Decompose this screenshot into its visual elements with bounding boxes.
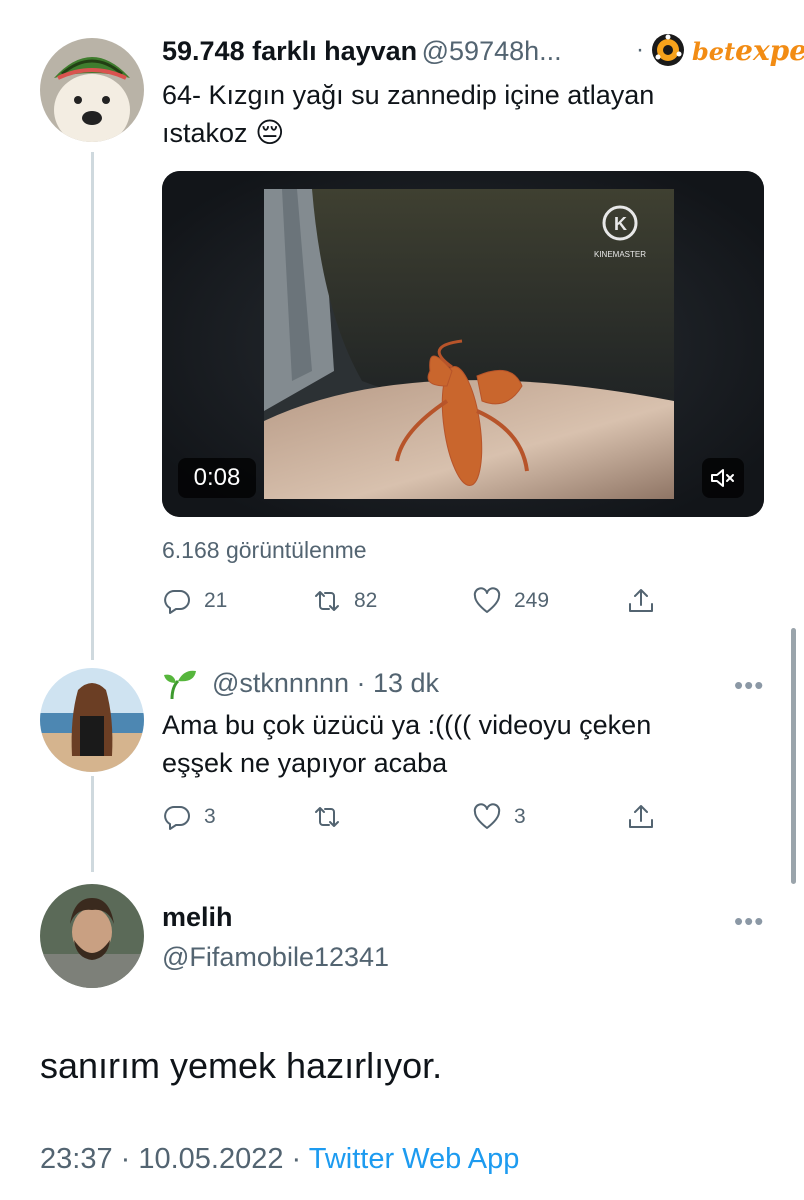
scrollbar-thumb[interactable] xyxy=(791,628,796,884)
thread-line-top xyxy=(91,152,94,660)
reply-text-line1: Ama bu çok üzücü ya :(((( videoyu çeken xyxy=(162,710,652,740)
reply-reply-count: 3 xyxy=(204,805,216,828)
watermark-dot: · xyxy=(636,36,644,63)
thread-line-bottom xyxy=(91,776,94,872)
reply-icon xyxy=(164,590,190,614)
focused-more-button[interactable]: ••• xyxy=(734,906,764,937)
reply-handle-time[interactable]: @stknnnnn · 13 dk xyxy=(212,668,439,699)
share-icon xyxy=(629,805,653,828)
reply-reply-button[interactable]: 3 xyxy=(162,802,216,832)
heart-icon xyxy=(473,587,501,613)
main-tweet-name[interactable]: 59.748 farklı hayvan xyxy=(162,36,417,66)
main-like-count: 249 xyxy=(514,589,550,612)
sprout-icon xyxy=(164,670,196,699)
tweet-source[interactable]: Twitter Web App xyxy=(309,1143,520,1175)
svg-text:K: K xyxy=(614,214,627,234)
main-retweet-button[interactable]: 82 xyxy=(312,586,377,616)
main-like-button[interactable]: 249 xyxy=(472,586,549,616)
video-duration-badge: 0:08 xyxy=(178,458,256,498)
reply-more-button[interactable]: ••• xyxy=(734,670,764,701)
betexper-logo-text: betexper xyxy=(692,33,804,67)
main-tweet-handle[interactable]: @59748h... xyxy=(422,36,562,66)
reply-share-button[interactable] xyxy=(626,802,656,832)
focused-tweet-handle[interactable]: @Fifamobile12341 xyxy=(162,942,389,973)
share-icon xyxy=(629,589,653,612)
main-tweet-header: 59.748 farklı hayvan @59748h... xyxy=(162,36,562,67)
reply-like-count: 3 xyxy=(514,805,526,828)
reply-retweet-button[interactable] xyxy=(312,802,354,832)
reply-text-line2: eşşek ne yapıyor acaba xyxy=(162,748,448,778)
focused-tweet-name[interactable]: melih xyxy=(162,902,233,933)
focused-tweet-avatar[interactable] xyxy=(40,884,144,988)
mute-button[interactable] xyxy=(702,458,744,498)
reply-text: Ama bu çok üzücü ya :(((( videoyu çeken … xyxy=(162,706,762,782)
retweet-icon xyxy=(315,807,339,827)
main-tweet-text: 64- Kızgın yağı su zannedip içine atlaya… xyxy=(162,76,762,152)
main-tweet-text-line2-wrap: ıstakoz 😔 xyxy=(162,114,762,152)
main-reply-button[interactable]: 21 xyxy=(162,586,227,616)
reply-avatar[interactable] xyxy=(40,668,144,772)
reply-header: @stknnnnn · 13 dk xyxy=(162,668,439,699)
mute-icon xyxy=(711,469,734,487)
tweet-meta: 23:37 · 10.05.2022 · Twitter Web App xyxy=(40,1143,519,1176)
betexper-watermark: · betexper xyxy=(636,30,804,70)
betexper-logo-icon xyxy=(652,34,684,66)
kinemaster-watermark: KINEMASTER xyxy=(594,250,646,259)
meta-separator: · xyxy=(283,1143,309,1175)
reply-like-button[interactable]: 3 xyxy=(472,802,526,832)
pensive-emoji: 😔 xyxy=(255,117,285,148)
heart-icon xyxy=(473,803,501,829)
main-tweet-avatar[interactable] xyxy=(40,38,144,142)
main-retweet-count: 82 xyxy=(354,589,378,612)
view-count: 6.168 görüntülenme xyxy=(162,537,367,563)
main-tweet-text-line1: 64- Kızgın yağı su zannedip içine atlaya… xyxy=(162,80,655,110)
tweet-timestamp[interactable]: 23:37 · 10.05.2022 xyxy=(40,1143,283,1175)
reply-icon xyxy=(164,806,190,830)
main-reply-count: 21 xyxy=(204,589,228,612)
retweet-icon xyxy=(315,591,339,611)
main-tweet-text-line2: ıstakoz xyxy=(162,118,248,148)
focused-tweet-text: sanırım yemek hazırlıyor. xyxy=(40,1045,443,1086)
main-share-button[interactable] xyxy=(626,586,656,616)
